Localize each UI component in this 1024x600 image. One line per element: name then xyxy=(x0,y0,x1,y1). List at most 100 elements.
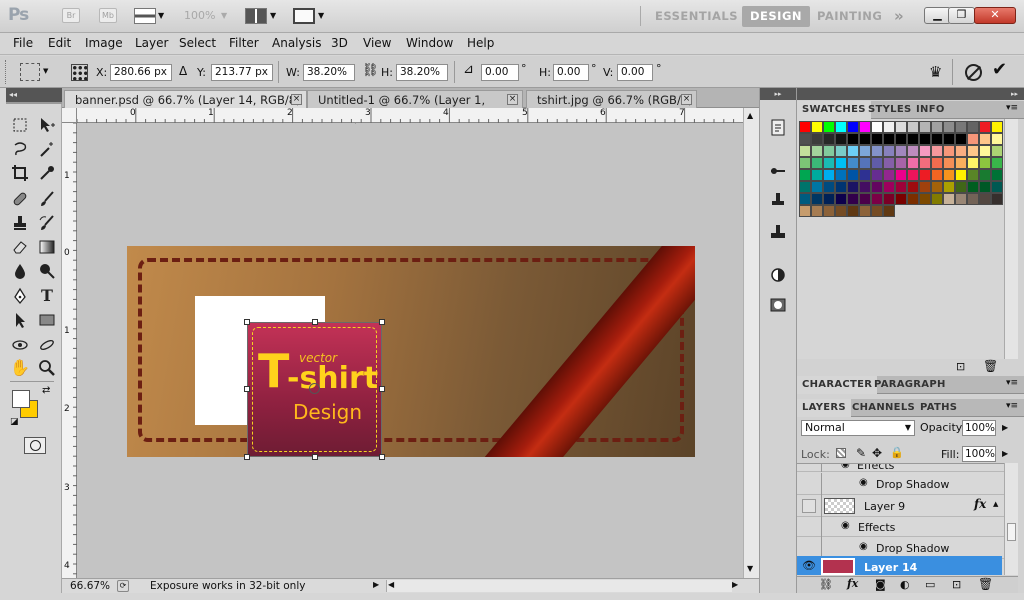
launch-bridge-button[interactable]: Br xyxy=(62,8,80,23)
color-swatch[interactable] xyxy=(811,145,823,157)
visibility-toggle[interactable] xyxy=(802,499,816,513)
status-menu-icon[interactable]: ▶ xyxy=(373,580,379,589)
status-info-icon[interactable]: ⟳ xyxy=(117,580,129,592)
color-swatch[interactable] xyxy=(895,181,907,193)
lock-image-icon[interactable]: ✎ xyxy=(856,446,866,460)
transform-handle[interactable] xyxy=(244,386,250,392)
chevron-down-icon[interactable]: ▼ xyxy=(158,11,164,20)
marquee-tool-icon[interactable] xyxy=(9,114,31,136)
vertical-ruler[interactable]: 1 0 1 2 3 4 xyxy=(62,123,77,578)
panel-menu-icon[interactable]: ▾≡ xyxy=(1006,378,1018,388)
history-panel-icon[interactable] xyxy=(768,117,788,137)
ruler-origin[interactable] xyxy=(62,108,77,123)
eraser-tool-icon[interactable] xyxy=(9,236,31,258)
color-swatch[interactable] xyxy=(943,133,955,145)
color-swatch[interactable] xyxy=(931,169,943,181)
color-swatch[interactable] xyxy=(955,157,967,169)
layers-scrollbar[interactable] xyxy=(1004,463,1018,575)
menu-layer[interactable]: Layer xyxy=(135,36,168,50)
tab-close-icon[interactable]: × xyxy=(291,94,302,105)
color-swatch[interactable] xyxy=(859,121,871,133)
rectangle-tool-icon[interactable] xyxy=(36,309,58,331)
color-swatch[interactable] xyxy=(847,193,859,205)
icon-strip-collapse-bar[interactable]: ▸▸ xyxy=(760,88,796,100)
color-swatch[interactable] xyxy=(967,181,979,193)
color-swatch[interactable] xyxy=(979,121,991,133)
color-swatch[interactable] xyxy=(979,169,991,181)
opacity-input[interactable]: 100% xyxy=(962,420,996,436)
dodge-tool-icon[interactable] xyxy=(36,260,58,282)
color-swatch[interactable] xyxy=(967,193,979,205)
color-swatch[interactable] xyxy=(811,157,823,169)
menu-window[interactable]: Window xyxy=(406,36,453,50)
warp-mode-icon[interactable]: ♛ xyxy=(929,63,942,81)
adjustments-icon[interactable] xyxy=(768,265,788,285)
move-tool-icon[interactable] xyxy=(36,114,58,136)
scroll-down-icon[interactable]: ▼ xyxy=(747,564,753,573)
color-swatch[interactable] xyxy=(907,157,919,169)
fill-input[interactable]: 100% xyxy=(962,446,996,462)
color-swatch[interactable] xyxy=(943,193,955,205)
menu-edit[interactable]: Edit xyxy=(48,36,71,50)
color-swatch[interactable] xyxy=(919,157,931,169)
workspace-design[interactable]: DESIGN xyxy=(742,6,811,27)
color-swatch[interactable] xyxy=(883,145,895,157)
color-swatch[interactable] xyxy=(991,169,1003,181)
brush-tool-icon[interactable] xyxy=(36,188,58,210)
masks-icon[interactable] xyxy=(768,295,788,315)
tab-paths[interactable]: PATHS xyxy=(915,399,962,417)
transform-handle[interactable] xyxy=(244,454,250,460)
fx-icon[interactable]: fx xyxy=(974,497,986,511)
color-swatch[interactable] xyxy=(979,145,991,157)
panel-menu-icon[interactable]: ▾≡ xyxy=(1006,103,1018,113)
delta-icon[interactable]: Δ xyxy=(179,64,187,78)
color-swatch[interactable] xyxy=(811,205,823,217)
menu-3d[interactable]: 3D xyxy=(331,36,348,50)
layer-effects-row[interactable]: ◉ Effects xyxy=(797,464,1018,472)
color-swatch[interactable] xyxy=(967,169,979,181)
color-swatch[interactable] xyxy=(979,133,991,145)
color-swatch[interactable] xyxy=(883,157,895,169)
menu-filter[interactable]: Filter xyxy=(229,36,259,50)
layer-row-layer-14[interactable]: 👁 Layer 14 xyxy=(797,556,1002,575)
color-swatch[interactable] xyxy=(955,181,967,193)
color-swatch[interactable] xyxy=(835,157,847,169)
color-swatch[interactable] xyxy=(871,133,883,145)
color-swatch[interactable] xyxy=(883,181,895,193)
new-layer-icon[interactable]: ⊡ xyxy=(952,578,961,591)
color-swatch[interactable] xyxy=(979,193,991,205)
tab-close-icon[interactable]: × xyxy=(681,94,692,105)
color-swatch[interactable] xyxy=(883,169,895,181)
menu-image[interactable]: Image xyxy=(85,36,123,50)
transform-handle[interactable] xyxy=(379,319,385,325)
horizontal-scrollbar[interactable] xyxy=(386,580,732,592)
tab-character[interactable]: CHARACTER xyxy=(797,376,878,394)
color-swatch[interactable] xyxy=(931,157,943,169)
color-swatch[interactable] xyxy=(907,145,919,157)
tab-channels[interactable]: CHANNELS xyxy=(847,399,920,417)
color-swatch[interactable] xyxy=(799,169,811,181)
color-swatch[interactable] xyxy=(895,145,907,157)
menu-help[interactable]: Help xyxy=(467,36,494,50)
lasso-tool-icon[interactable] xyxy=(9,138,31,160)
color-swatch[interactable] xyxy=(955,193,967,205)
magic-wand-tool-icon[interactable] xyxy=(36,138,58,160)
color-swatch[interactable] xyxy=(931,181,943,193)
hand-tool-icon[interactable]: ✋ xyxy=(9,357,31,379)
color-swatch[interactable] xyxy=(847,121,859,133)
color-swatch[interactable] xyxy=(991,193,1003,205)
fill-slider-icon[interactable]: ▶ xyxy=(1002,449,1008,458)
color-swatch[interactable] xyxy=(907,133,919,145)
transform-handle[interactable] xyxy=(312,319,318,325)
color-swatch[interactable] xyxy=(955,145,967,157)
color-swatch[interactable] xyxy=(931,145,943,157)
color-swatch[interactable] xyxy=(799,121,811,133)
x-position-input[interactable]: 280.66 px xyxy=(110,64,172,81)
screen-mode-icon[interactable] xyxy=(293,8,315,24)
color-swatch[interactable] xyxy=(991,121,1003,133)
color-swatch[interactable] xyxy=(823,181,835,193)
color-swatch[interactable] xyxy=(883,205,895,217)
color-swatch[interactable] xyxy=(967,145,979,157)
tab-layers[interactable]: LAYERS xyxy=(797,399,851,417)
add-mask-icon[interactable]: ◙ xyxy=(875,578,886,591)
